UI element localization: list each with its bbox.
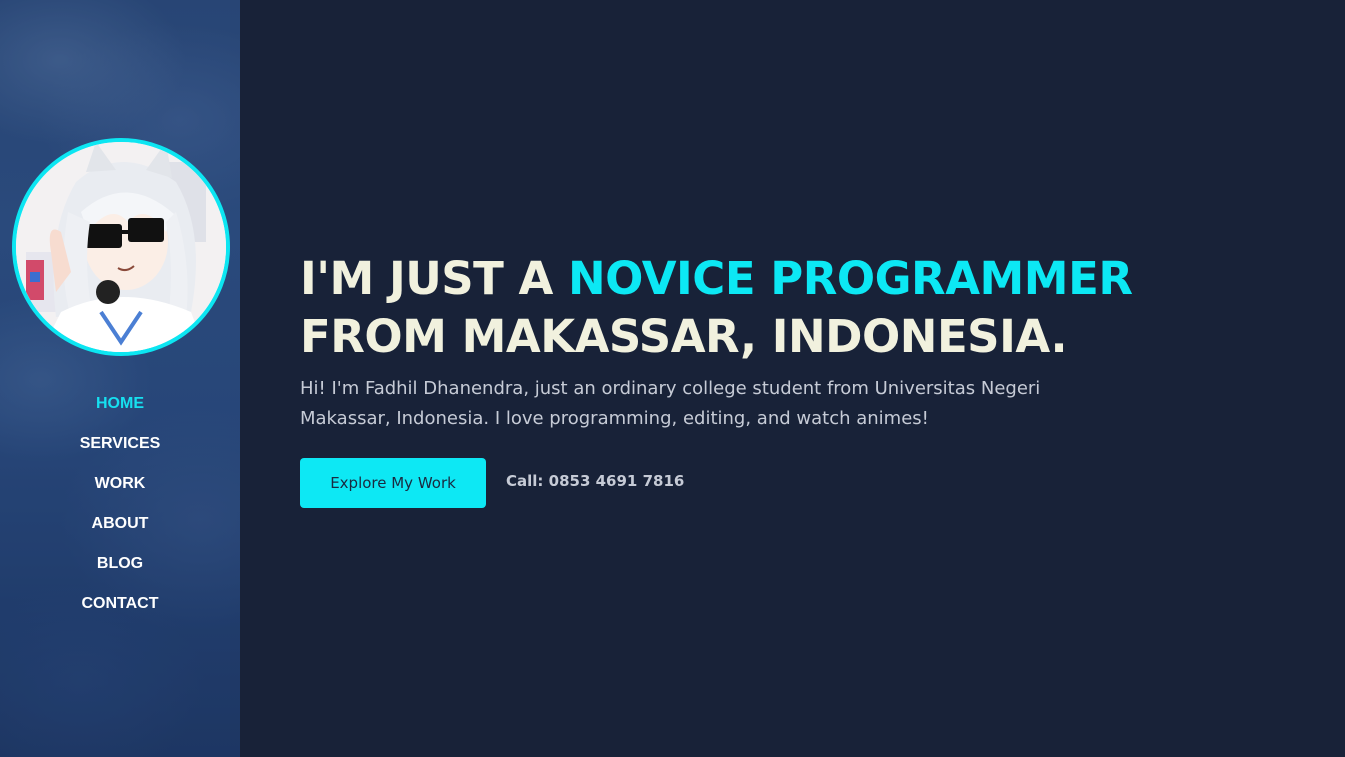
- hero-intro: Hi! I'm Fadhil Dhanendra, just an ordina…: [300, 378, 1041, 429]
- nav-link-blog[interactable]: BLOG: [97, 555, 143, 572]
- headline-part1: I'M JUST A: [300, 252, 569, 305]
- sidebar: HOME SERVICES WORK ABOUT BLOG CONTACT: [0, 0, 240, 757]
- avatar: [12, 138, 230, 356]
- nav-item-home: HOME: [0, 383, 240, 423]
- headline-accent: NOVICE PROGRAMMER: [568, 252, 1133, 305]
- nav-link-work[interactable]: WORK: [95, 475, 146, 492]
- hero-headline: I'M JUST A NOVICE PROGRAMMER FROM MAKASS…: [300, 250, 1160, 366]
- nav-item-work: WORK: [0, 463, 240, 503]
- avatar-illustration: [16, 142, 226, 352]
- cta-row: Explore My Work Call: 0853 4691 7816: [300, 458, 1160, 508]
- hero-section: I'M JUST A NOVICE PROGRAMMER FROM MAKASS…: [300, 250, 1160, 508]
- nav-item-blog: BLOG: [0, 543, 240, 583]
- main-nav: HOME SERVICES WORK ABOUT BLOG CONTACT: [0, 383, 240, 623]
- nav-link-services[interactable]: SERVICES: [80, 435, 161, 452]
- explore-work-button[interactable]: Explore My Work: [300, 458, 486, 508]
- nav-link-contact[interactable]: CONTACT: [81, 595, 158, 612]
- call-text: Call: 0853 4691 7816: [506, 472, 685, 490]
- headline-line2: FROM MAKASSAR, INDONESIA.: [300, 310, 1068, 363]
- page: HOME SERVICES WORK ABOUT BLOG CONTACT I'…: [0, 0, 1345, 757]
- nav-item-contact: CONTACT: [0, 583, 240, 623]
- nav-link-about[interactable]: ABOUT: [92, 515, 149, 532]
- nav-link-home[interactable]: HOME: [96, 395, 144, 412]
- nav-item-about: ABOUT: [0, 503, 240, 543]
- nav-item-services: SERVICES: [0, 423, 240, 463]
